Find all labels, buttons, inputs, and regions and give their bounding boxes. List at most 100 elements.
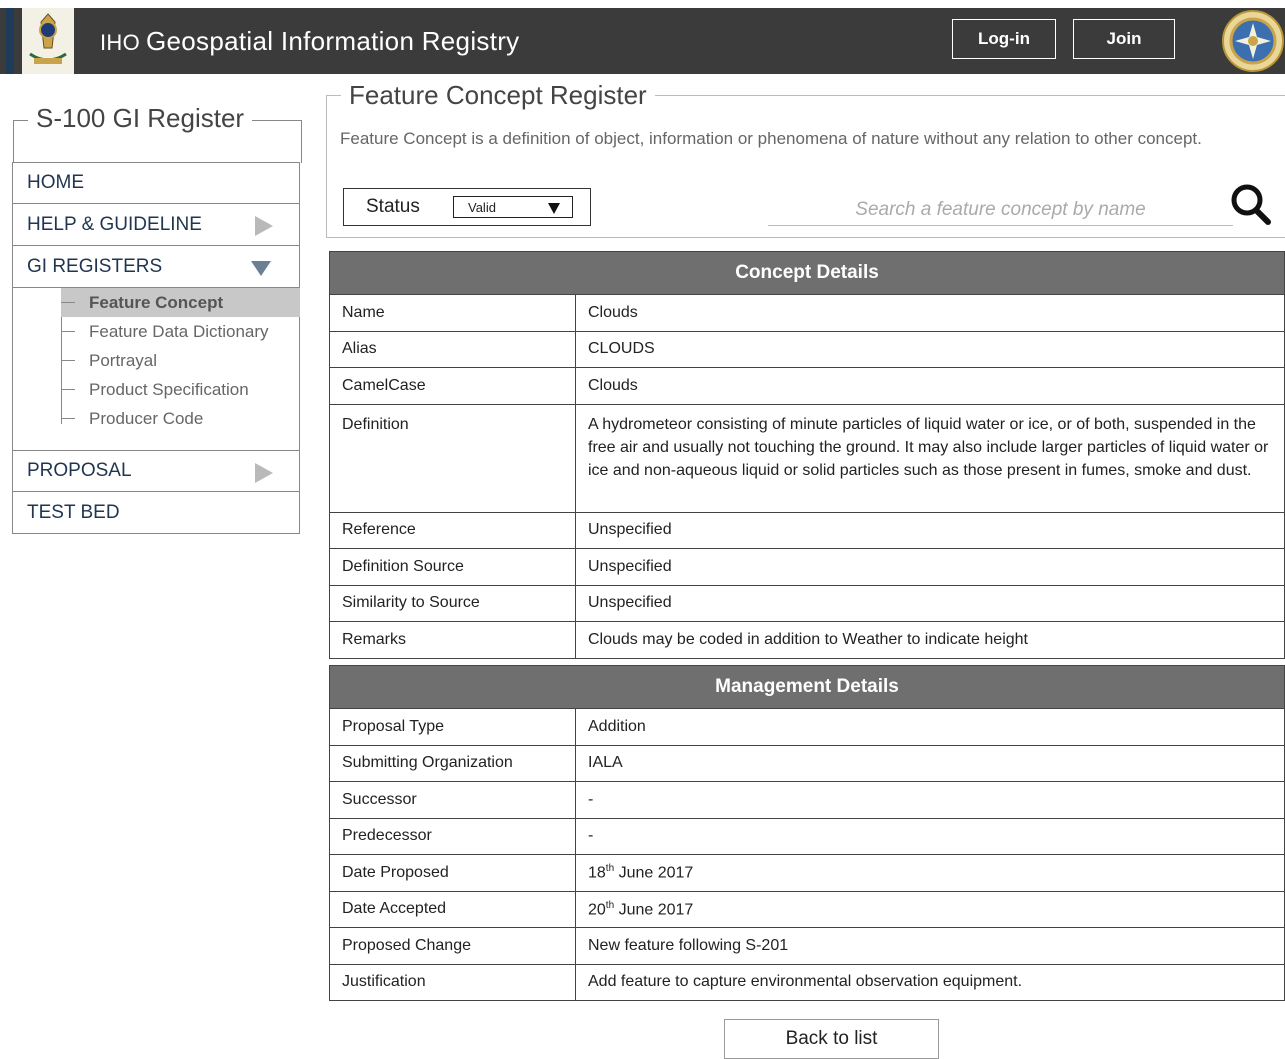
page-title: Feature Concept Register (341, 80, 655, 111)
search-icon[interactable] (1226, 181, 1276, 229)
sidebar-subitem-label: Product Specification (89, 379, 249, 399)
row-value: CLOUDS (575, 330, 1285, 368)
date-rest: June 2017 (614, 864, 694, 882)
row-value: Clouds (575, 294, 1285, 332)
sidebar-item-home[interactable]: HOME (12, 162, 300, 204)
sidebar-submenu: Feature Concept Feature Data Dictionary … (12, 288, 300, 450)
sidebar-item-label: PROPOSAL (27, 460, 132, 481)
table-row: Definition Source Unspecified (329, 548, 1285, 586)
sidebar-nav: HOME HELP & GUIDELINE GI REGISTERS Featu… (12, 162, 300, 534)
sidebar-subitem-producer-code[interactable]: Producer Code (61, 404, 300, 433)
table-heading: Management Details (329, 665, 1285, 709)
sidebar-subitem-feature-concept[interactable]: Feature Concept (61, 288, 300, 317)
row-key: Remarks (329, 621, 576, 659)
sidebar-subitem-portrayal[interactable]: Portrayal (61, 346, 300, 375)
date-day: 18 (588, 864, 606, 882)
sidebar-item-label: GI REGISTERS (27, 255, 163, 277)
row-key: Submitting Organization (329, 744, 576, 782)
row-key: Reference (329, 511, 576, 549)
tree-tick (61, 331, 75, 332)
sidebar-item-gi-registers[interactable]: GI REGISTERS (12, 246, 300, 288)
sidebar-item-test-bed[interactable]: TEST BED (12, 492, 300, 534)
sidebar-subitem-label: Portrayal (89, 350, 158, 370)
row-value: New feature following S-201 (575, 927, 1285, 965)
date-ordinal: th (605, 899, 615, 911)
row-key: Name (329, 294, 576, 332)
table-row: Proposed Change New feature following S-… (329, 927, 1285, 965)
tree-tick (61, 418, 75, 419)
sidebar-item-help-guideline[interactable]: HELP & GUIDELINE (12, 204, 300, 246)
sidebar-subitem-label: Producer Code (89, 408, 204, 428)
status-filter: Status Valid (343, 188, 591, 226)
table-row: Successor - (329, 781, 1285, 819)
sidebar-item-label: HELP & GUIDELINE (27, 213, 202, 235)
app-title-prefix: IHO (100, 30, 141, 55)
status-select-value: Valid (468, 199, 496, 215)
table-row: CamelCase Clouds (329, 367, 1285, 405)
chevron-right-icon (255, 463, 273, 483)
tree-tick (61, 360, 75, 361)
table-row: Similarity to Source Unspecified (329, 584, 1285, 622)
chevron-right-icon (255, 216, 273, 236)
row-key: Proposed Change (329, 927, 576, 965)
row-value: A hydrometeor consisting of minute parti… (575, 403, 1285, 513)
sidebar-item-label: TEST BED (27, 501, 120, 523)
row-key: CamelCase (329, 367, 576, 405)
sidebar-title: S-100 GI Register (28, 103, 253, 134)
chevron-down-icon (251, 261, 271, 276)
table-row: Definition A hydrometeor consisting of m… (329, 403, 1285, 513)
table-heading: Concept Details (329, 251, 1285, 295)
join-button[interactable]: Join (1073, 19, 1175, 59)
management-details-table: Management Details Proposal Type Additio… (329, 665, 1285, 1001)
date-day: 20 (588, 900, 606, 918)
row-value: Add feature to capture environmental obs… (575, 963, 1285, 1001)
tree-tick (61, 302, 75, 303)
header-accent (6, 8, 14, 74)
row-value: Unspecified (575, 584, 1285, 622)
sidebar-subitem-feature-data-dictionary[interactable]: Feature Data Dictionary (61, 317, 300, 346)
sidebar-item-proposal[interactable]: PROPOSAL (12, 450, 300, 492)
row-key: Successor (329, 781, 576, 819)
table-row: Name Clouds (329, 294, 1285, 332)
date-ordinal: th (605, 863, 615, 875)
row-key: Proposal Type (329, 708, 576, 746)
row-key: Date Proposed (329, 854, 576, 892)
login-button[interactable]: Log-in (952, 19, 1056, 59)
page-description: Feature Concept is a definition of objec… (340, 129, 1202, 148)
row-key: Alias (329, 330, 576, 368)
search-input[interactable]: Search a feature concept by name (768, 194, 1233, 226)
row-value: Unspecified (575, 511, 1285, 549)
app-title: IHO Geospatial Information Registry (100, 26, 519, 57)
concept-details-table: Concept Details Name Clouds Alias CLOUDS… (329, 251, 1285, 659)
app-title-text: Geospatial Information Registry (146, 26, 520, 56)
status-select[interactable]: Valid (453, 196, 573, 218)
row-key: Definition Source (329, 548, 576, 586)
status-label: Status (366, 196, 420, 217)
sidebar-item-label: HOME (27, 172, 84, 193)
back-to-list-button[interactable]: Back to list (724, 1019, 939, 1059)
row-key: Justification (329, 963, 576, 1001)
table-row: Date Accepted 20th June 2017 (329, 890, 1285, 928)
row-value: Clouds (575, 367, 1285, 405)
row-value: - (575, 817, 1285, 855)
top-header: IHO Geospatial Information Registry Log-i… (0, 8, 1285, 74)
row-key: Definition (329, 403, 576, 513)
iho-seal-right[interactable] (1222, 10, 1284, 72)
date-rest: June 2017 (614, 900, 694, 918)
sidebar-subitem-label: Feature Concept (89, 292, 224, 312)
table-row: Proposal Type Addition (329, 708, 1285, 746)
table-row: Predecessor - (329, 817, 1285, 855)
row-value: IALA (575, 744, 1285, 782)
table-row: Date Proposed 18th June 2017 (329, 854, 1285, 892)
table-row: Submitting Organization IALA (329, 744, 1285, 782)
row-value: Addition (575, 708, 1285, 746)
table-row: Alias CLOUDS (329, 330, 1285, 368)
sidebar-subitem-product-specification[interactable]: Product Specification (61, 375, 300, 404)
table-row: Justification Add feature to capture env… (329, 963, 1285, 1001)
dropdown-arrow-icon (548, 203, 560, 214)
row-value: Clouds may be coded in addition to Weath… (575, 621, 1285, 659)
row-key: Predecessor (329, 817, 576, 855)
iho-logo-left[interactable] (22, 8, 74, 74)
table-row: Reference Unspecified (329, 511, 1285, 549)
row-value: - (575, 781, 1285, 819)
